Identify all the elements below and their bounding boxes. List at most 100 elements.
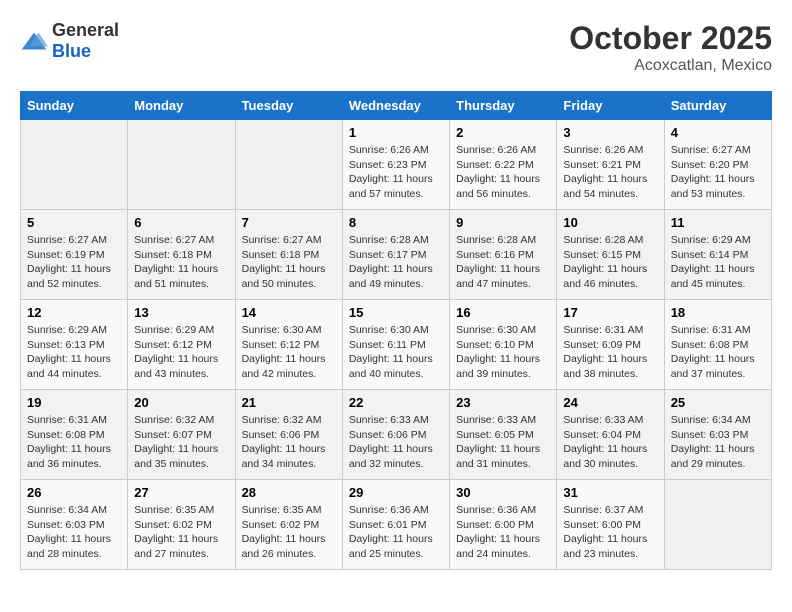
- calendar-cell: 12 Sunrise: 6:29 AMSunset: 6:13 PMDayligh…: [21, 300, 128, 390]
- calendar-cell: 3 Sunrise: 6:26 AMSunset: 6:21 PMDaylight…: [557, 120, 664, 210]
- day-info: Sunrise: 6:28 AMSunset: 6:16 PMDaylight:…: [456, 233, 550, 292]
- day-number: 27: [134, 485, 228, 500]
- calendar-cell: 28 Sunrise: 6:35 AMSunset: 6:02 PMDayligh…: [235, 480, 342, 570]
- day-number: 19: [27, 395, 121, 410]
- day-number: 10: [563, 215, 657, 230]
- day-number: 15: [349, 305, 443, 320]
- title-section: October 2025 Acoxcatlan, Mexico: [569, 20, 772, 75]
- day-info: Sunrise: 6:33 AMSunset: 6:06 PMDaylight:…: [349, 413, 443, 472]
- calendar-week-2: 5 Sunrise: 6:27 AMSunset: 6:19 PMDaylight…: [21, 210, 772, 300]
- day-number: 4: [671, 125, 765, 140]
- calendar-body: 1 Sunrise: 6:26 AMSunset: 6:23 PMDaylight…: [21, 120, 772, 570]
- calendar-cell: 18 Sunrise: 6:31 AMSunset: 6:08 PMDayligh…: [664, 300, 771, 390]
- day-number: 2: [456, 125, 550, 140]
- calendar-cell: 20Sunrise: 6:32 AMSunset: 6:07 PMDayligh…: [128, 390, 235, 480]
- day-info: Sunrise: 6:28 AMSunset: 6:15 PMDaylight:…: [563, 233, 657, 292]
- day-number: 22: [349, 395, 443, 410]
- day-number: 11: [671, 215, 765, 230]
- day-number: 28: [242, 485, 336, 500]
- weekday-header-row: SundayMondayTuesdayWednesdayThursdayFrid…: [21, 92, 772, 120]
- day-info: Sunrise: 6:27 AMSunset: 6:18 PMDaylight:…: [134, 233, 228, 292]
- calendar-cell: 29 Sunrise: 6:36 AMSunset: 6:01 PMDayligh…: [342, 480, 449, 570]
- day-info: Sunrise: 6:31 AMSunset: 6:09 PMDaylight:…: [563, 323, 657, 382]
- day-info: Sunrise: 6:28 AMSunset: 6:17 PMDaylight:…: [349, 233, 443, 292]
- day-number: 9: [456, 215, 550, 230]
- calendar-cell: 14Sunrise: 6:30 AMSunset: 6:12 PMDayligh…: [235, 300, 342, 390]
- day-info: Sunrise: 6:30 AMSunset: 6:11 PMDaylight:…: [349, 323, 443, 382]
- weekday-header-monday: Monday: [128, 92, 235, 120]
- logo-icon: [20, 31, 48, 51]
- calendar-cell: 31 Sunrise: 6:37 AMSunset: 6:00 PMDayligh…: [557, 480, 664, 570]
- calendar-cell: 30 Sunrise: 6:36 AMSunset: 6:00 PMDayligh…: [450, 480, 557, 570]
- calendar-week-5: 26 Sunrise: 6:34 AMSunset: 6:03 PMDayligh…: [21, 480, 772, 570]
- day-info: Sunrise: 6:34 AMSunset: 6:03 PMDaylight:…: [27, 503, 121, 562]
- calendar-cell: [128, 120, 235, 210]
- day-info: Sunrise: 6:26 AMSunset: 6:23 PMDaylight:…: [349, 143, 443, 202]
- day-number: 1: [349, 125, 443, 140]
- day-info: Sunrise: 6:33 AMSunset: 6:04 PMDaylight:…: [563, 413, 657, 472]
- day-info: Sunrise: 6:26 AMSunset: 6:22 PMDaylight:…: [456, 143, 550, 202]
- calendar-header: SundayMondayTuesdayWednesdayThursdayFrid…: [21, 92, 772, 120]
- day-number: 16: [456, 305, 550, 320]
- calendar-table: SundayMondayTuesdayWednesdayThursdayFrid…: [20, 91, 772, 570]
- day-info: Sunrise: 6:26 AMSunset: 6:21 PMDaylight:…: [563, 143, 657, 202]
- calendar-cell: 23 Sunrise: 6:33 AMSunset: 6:05 PMDayligh…: [450, 390, 557, 480]
- day-number: 23: [456, 395, 550, 410]
- calendar-cell: 21 Sunrise: 6:32 AMSunset: 6:06 PMDayligh…: [235, 390, 342, 480]
- day-number: 30: [456, 485, 550, 500]
- day-info: Sunrise: 6:31 AMSunset: 6:08 PMDaylight:…: [27, 413, 121, 472]
- day-info: Sunrise: 6:35 AMSunset: 6:02 PMDaylight:…: [242, 503, 336, 562]
- day-info: Sunrise: 6:27 AMSunset: 6:20 PMDaylight:…: [671, 143, 765, 202]
- day-number: 29: [349, 485, 443, 500]
- day-number: 5: [27, 215, 121, 230]
- day-info: Sunrise: 6:37 AMSunset: 6:00 PMDaylight:…: [563, 503, 657, 562]
- day-number: 24: [563, 395, 657, 410]
- day-info: Sunrise: 6:31 AMSunset: 6:08 PMDaylight:…: [671, 323, 765, 382]
- calendar-cell: 9 Sunrise: 6:28 AMSunset: 6:16 PMDaylight…: [450, 210, 557, 300]
- logo-text: General Blue: [52, 20, 119, 62]
- weekday-header-saturday: Saturday: [664, 92, 771, 120]
- logo-general: General: [52, 20, 119, 40]
- day-number: 25: [671, 395, 765, 410]
- day-number: 21: [242, 395, 336, 410]
- day-number: 31: [563, 485, 657, 500]
- calendar-cell: 10 Sunrise: 6:28 AMSunset: 6:15 PMDayligh…: [557, 210, 664, 300]
- day-info: Sunrise: 6:27 AMSunset: 6:18 PMDaylight:…: [242, 233, 336, 292]
- calendar-cell: 7Sunrise: 6:27 AMSunset: 6:18 PMDaylight…: [235, 210, 342, 300]
- day-info: Sunrise: 6:33 AMSunset: 6:05 PMDaylight:…: [456, 413, 550, 472]
- calendar-cell: 5 Sunrise: 6:27 AMSunset: 6:19 PMDaylight…: [21, 210, 128, 300]
- calendar-title: October 2025: [569, 20, 772, 57]
- calendar-cell: 11 Sunrise: 6:29 AMSunset: 6:14 PMDayligh…: [664, 210, 771, 300]
- day-info: Sunrise: 6:32 AMSunset: 6:07 PMDaylight:…: [134, 413, 228, 472]
- calendar-cell: 2 Sunrise: 6:26 AMSunset: 6:22 PMDaylight…: [450, 120, 557, 210]
- calendar-subtitle: Acoxcatlan, Mexico: [569, 57, 772, 75]
- calendar-cell: 1 Sunrise: 6:26 AMSunset: 6:23 PMDaylight…: [342, 120, 449, 210]
- calendar-cell: 4 Sunrise: 6:27 AMSunset: 6:20 PMDaylight…: [664, 120, 771, 210]
- day-number: 8: [349, 215, 443, 230]
- day-number: 12: [27, 305, 121, 320]
- calendar-cell: 8 Sunrise: 6:28 AMSunset: 6:17 PMDaylight…: [342, 210, 449, 300]
- logo: General Blue: [20, 20, 119, 62]
- calendar-cell: 17 Sunrise: 6:31 AMSunset: 6:09 PMDayligh…: [557, 300, 664, 390]
- calendar-cell: 15 Sunrise: 6:30 AMSunset: 6:11 PMDayligh…: [342, 300, 449, 390]
- weekday-header-thursday: Thursday: [450, 92, 557, 120]
- day-info: Sunrise: 6:29 AMSunset: 6:13 PMDaylight:…: [27, 323, 121, 382]
- calendar-cell: [664, 480, 771, 570]
- weekday-header-friday: Friday: [557, 92, 664, 120]
- day-number: 3: [563, 125, 657, 140]
- day-info: Sunrise: 6:32 AMSunset: 6:06 PMDaylight:…: [242, 413, 336, 472]
- day-info: Sunrise: 6:36 AMSunset: 6:00 PMDaylight:…: [456, 503, 550, 562]
- calendar-cell: 6Sunrise: 6:27 AMSunset: 6:18 PMDaylight…: [128, 210, 235, 300]
- calendar-cell: 19 Sunrise: 6:31 AMSunset: 6:08 PMDayligh…: [21, 390, 128, 480]
- day-info: Sunrise: 6:27 AMSunset: 6:19 PMDaylight:…: [27, 233, 121, 292]
- day-info: Sunrise: 6:30 AMSunset: 6:10 PMDaylight:…: [456, 323, 550, 382]
- weekday-header-tuesday: Tuesday: [235, 92, 342, 120]
- day-number: 18: [671, 305, 765, 320]
- day-info: Sunrise: 6:36 AMSunset: 6:01 PMDaylight:…: [349, 503, 443, 562]
- day-info: Sunrise: 6:29 AMSunset: 6:14 PMDaylight:…: [671, 233, 765, 292]
- day-number: 26: [27, 485, 121, 500]
- calendar-cell: 27Sunrise: 6:35 AMSunset: 6:02 PMDayligh…: [128, 480, 235, 570]
- day-number: 17: [563, 305, 657, 320]
- calendar-cell: [21, 120, 128, 210]
- calendar-cell: [235, 120, 342, 210]
